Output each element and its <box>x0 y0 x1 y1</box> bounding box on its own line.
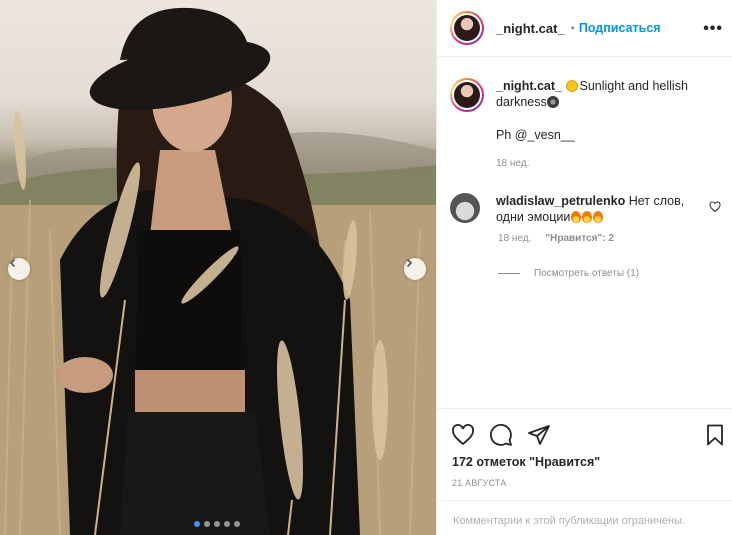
photo-illustration <box>0 7 436 535</box>
share-button[interactable] <box>527 423 551 447</box>
carousel-dot <box>234 521 240 527</box>
sun-emoji-icon <box>566 80 579 92</box>
avatar[interactable] <box>450 11 484 45</box>
comment-time[interactable]: 18 нед. <box>498 233 531 244</box>
separator-dot: • <box>570 21 575 35</box>
post-photo[interactable] <box>0 0 436 535</box>
carousel-dot-active <box>194 521 200 527</box>
carousel-next-button[interactable] <box>404 258 426 280</box>
comments-disabled-notice: Комментарии к этой публикации ограничены… <box>453 515 686 527</box>
caption-username[interactable]: _night.cat_ <box>496 79 562 93</box>
chevron-right-icon <box>406 258 413 268</box>
like-button[interactable] <box>451 423 475 447</box>
carousel-dot <box>224 521 230 527</box>
avatar-image <box>454 82 480 108</box>
more-options-icon[interactable]: ••• <box>703 20 723 38</box>
heart-icon <box>452 424 474 446</box>
post-sidebar: _night.cat_ • Подписаться ••• _night.cat… <box>436 0 732 535</box>
fire-emoji-icon <box>571 211 582 223</box>
comment-likes[interactable]: "Нравится": 2 <box>545 233 614 244</box>
comments-footer: Комментарии к этой публикации ограничены… <box>437 500 732 535</box>
comment-meta: 18 нед. "Нравится": 2 <box>498 233 725 244</box>
fire-emoji-icon <box>593 211 604 223</box>
fire-emoji-icon <box>582 211 593 223</box>
view-replies-button[interactable]: Посмотреть ответы (1) <box>498 268 639 279</box>
caption-avatar[interactable] <box>450 78 484 112</box>
comment-text: wladislaw_petrulenko Нет слов, одни эмоц… <box>496 193 686 225</box>
author-username[interactable]: _night.cat_ <box>496 21 565 36</box>
commenter-avatar[interactable] <box>450 193 480 223</box>
caption: _night.cat_ Sunlight and hellish darknes… <box>450 78 720 169</box>
avatar-image <box>454 15 480 41</box>
view-replies-label: Посмотреть ответы (1) <box>534 268 640 279</box>
chevron-left-icon <box>9 258 16 268</box>
bookmark-icon <box>707 424 723 446</box>
comment-button[interactable] <box>489 423 513 447</box>
carousel-dot <box>204 521 210 527</box>
replies-line <box>498 273 520 274</box>
comment-icon <box>490 424 512 446</box>
carousel-indicator <box>194 521 240 527</box>
comment-like-icon[interactable] <box>709 201 721 213</box>
post-likes-count[interactable]: 172 отметок "Нравится" <box>452 455 600 469</box>
post-actions: 172 отметок "Нравится" 21 АВГУСТА <box>437 408 732 488</box>
caption-text: _night.cat_ Sunlight and hellish darknes… <box>496 78 706 112</box>
commenter-username[interactable]: wladislaw_petrulenko <box>496 194 625 208</box>
carousel-dot <box>214 521 220 527</box>
carousel-prev-button[interactable] <box>8 258 30 280</box>
save-button[interactable] <box>703 423 727 452</box>
caption-time[interactable]: 18 нед. <box>496 158 720 169</box>
post-header: _night.cat_ • Подписаться ••• <box>437 0 732 57</box>
paper-plane-icon <box>528 425 550 445</box>
comment: wladislaw_petrulenko Нет слов, одни эмоц… <box>450 193 725 244</box>
post-date[interactable]: 21 АВГУСТА <box>452 478 507 488</box>
dark-emoji-icon <box>546 96 559 108</box>
caption-credit: Ph @_vesn__ <box>496 128 575 142</box>
follow-button[interactable]: Подписаться <box>579 21 661 35</box>
